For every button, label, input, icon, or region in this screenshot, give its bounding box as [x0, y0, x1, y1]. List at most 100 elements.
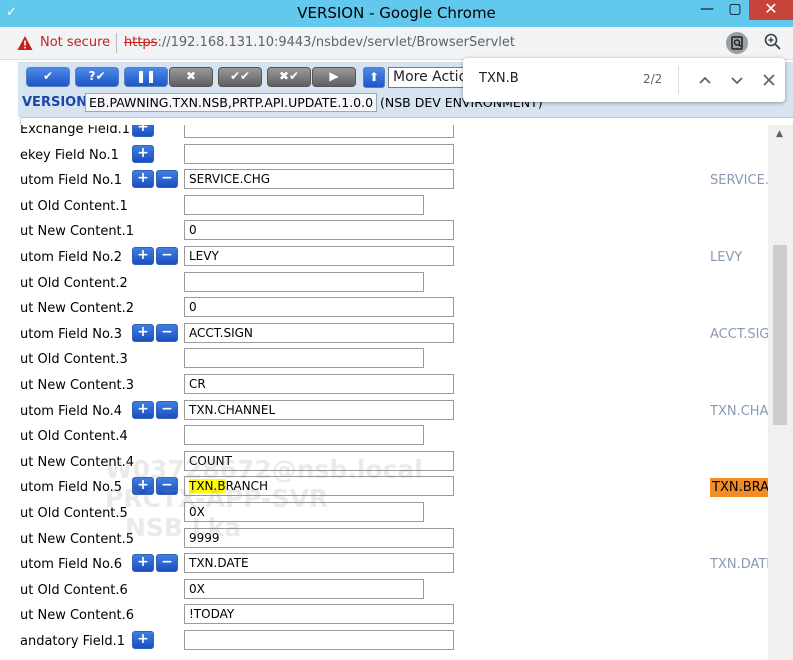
field-label: ut New Content.2 [20, 301, 135, 317]
remove-field-button[interactable]: − [156, 170, 178, 189]
remove-field-button[interactable]: − [156, 247, 178, 265]
find-match-count: 2/2 [643, 72, 663, 86]
reverse-button[interactable]: ✖✔ [267, 67, 311, 87]
address-bar: Not secure https://192.168.131.10:9443/n… [0, 27, 793, 60]
field-label: ut Old Content.3 [20, 352, 128, 368]
remove-field-button[interactable]: − [156, 323, 178, 342]
find-input[interactable]: TXN.B [479, 71, 519, 86]
delete-button[interactable]: ✖ [169, 67, 213, 87]
add-field-button[interactable]: + [132, 144, 154, 163]
field-label: andatory Field.1 [20, 634, 126, 649]
field-input[interactable]: 9999 [184, 527, 454, 548]
field-input[interactable]: TXN.DATE [184, 553, 454, 574]
field-input[interactable]: 0 [184, 297, 454, 318]
add-field-button[interactable]: + [132, 631, 154, 649]
form-row: ut New Content.2 0 [20, 297, 768, 322]
form-row: ut Old Content.3 [20, 348, 768, 373]
field-input[interactable]: 0X [184, 502, 424, 522]
field-input[interactable] [184, 194, 424, 215]
field-label: ut Old Content.4 [20, 429, 128, 445]
find-divider [678, 66, 679, 94]
add-field-button[interactable]: + [132, 554, 154, 573]
not-secure-label[interactable]: Not secure [40, 35, 110, 50]
field-input[interactable] [184, 348, 424, 369]
field-label: utom Field No.2 [20, 250, 123, 265]
form-row: ut Old Content.2 [20, 271, 768, 297]
form-row: ut New Content.6 !TODAY [20, 604, 768, 629]
validate-button[interactable]: ?✔ [75, 67, 119, 87]
form-row: utom Field No.6+−TXN.DATETXN.DATE [20, 553, 768, 578]
scroll-up-icon[interactable]: ▲ [776, 129, 783, 139]
field-input[interactable] [184, 425, 424, 446]
field-input[interactable]: CR [184, 374, 454, 394]
field-input[interactable]: SERVICE.CHG [184, 169, 454, 190]
left-frame-edge [0, 117, 21, 660]
window-title-bar: ✓ VERSION - Google Chrome — ▢ ✕ [0, 0, 793, 27]
field-input[interactable]: !TODAY [184, 604, 454, 625]
url-path: ://192.168.131.10:9443/nsbdev/servlet/Br… [157, 35, 515, 50]
add-field-button[interactable]: + [132, 477, 154, 496]
field-input[interactable]: TXN.CHANNEL [184, 399, 454, 420]
field-input[interactable] [184, 630, 454, 650]
field-reference: LEVY [710, 250, 743, 265]
form-row: utom Field No.1+−SERVICE.CHGSERVICE.CHG [20, 169, 768, 194]
url-scheme: https [124, 35, 158, 50]
form-row: ut Old Content.6 0X [20, 578, 768, 604]
scroll-thumb[interactable] [773, 245, 787, 425]
form-row: ekey Field No.1 + [20, 143, 768, 169]
add-field-button[interactable]: + [132, 400, 154, 419]
field-label: utom Field No.6 [20, 557, 123, 573]
chevron-up-icon[interactable] [695, 70, 715, 90]
find-match-highlight: TXN.B [189, 479, 226, 494]
find-bar: TXN.B 2/2 [463, 58, 785, 102]
up-arrow-button[interactable]: ⬆ [363, 67, 385, 88]
form-row: lti Possible [20, 656, 768, 660]
form-row: ut New Content.4 COUNT [20, 450, 768, 476]
find-in-page-icon[interactable] [726, 32, 748, 54]
field-input[interactable] [184, 143, 454, 164]
vertical-scrollbar[interactable]: ▲ [768, 125, 793, 660]
add-field-button[interactable]: + [132, 247, 154, 265]
field-label: ut Old Content.6 [20, 582, 128, 598]
close-icon[interactable] [759, 70, 779, 90]
remove-field-button[interactable]: − [156, 477, 178, 496]
url-field[interactable]: https://192.168.131.10:9443/nsbdev/servl… [124, 35, 515, 50]
commit-button[interactable]: ✔ [26, 67, 70, 87]
field-label: ut New Content.6 [20, 608, 135, 624]
warning-icon[interactable] [17, 35, 33, 51]
field-label: ekey Field No.1 [20, 147, 119, 163]
field-input[interactable]: COUNT [184, 450, 454, 471]
field-reference: SERVICE.CHG [710, 173, 768, 189]
remove-field-button[interactable]: − [156, 554, 178, 573]
field-input[interactable] [184, 271, 424, 292]
field-label: ut Old Content.1 [20, 198, 128, 214]
form-row: ut Old Content.1 [20, 194, 768, 220]
field-input[interactable]: TXN.BRANCH [184, 476, 454, 497]
field-input[interactable]: LEVY [184, 246, 454, 266]
form-row: ut Old Content.4 [20, 425, 768, 450]
form-row: Exchange Field.1 + [20, 125, 768, 143]
field-label: ut Old Content.5 [20, 506, 128, 521]
field-input[interactable] [184, 125, 454, 138]
zoom-icon[interactable] [764, 33, 782, 51]
form-row: andatory Field.1 + [20, 630, 768, 655]
field-input[interactable]: 0 [184, 220, 454, 241]
minimize-button[interactable]: — [693, 0, 721, 20]
hold-button[interactable]: ❚❚ [124, 67, 168, 87]
field-label: ut Old Content.2 [20, 275, 128, 291]
remove-field-button[interactable]: − [156, 400, 178, 419]
add-field-button[interactable]: + [132, 170, 154, 189]
add-field-button[interactable]: + [132, 323, 154, 342]
chevron-down-icon[interactable] [727, 70, 747, 90]
form-row: utom Field No.2 + − LEVY LEVY [20, 246, 768, 271]
add-field-button[interactable]: + [132, 125, 154, 137]
form-row: utom Field No.5+−TXN.BRANCHTXN.BRANCH [20, 476, 768, 501]
next-button[interactable]: ▶ [312, 67, 356, 87]
form-row: ut New Content.5 9999 [20, 527, 768, 553]
form-row: ut Old Content.5 0X [20, 502, 768, 527]
field-input[interactable]: ACCT.SIGN [184, 322, 454, 343]
maximize-button[interactable]: ▢ [721, 0, 749, 20]
authorise-button[interactable]: ✔✔ [218, 67, 262, 87]
close-window-button[interactable]: ✕ [749, 0, 793, 20]
field-input[interactable]: 0X [184, 578, 424, 599]
